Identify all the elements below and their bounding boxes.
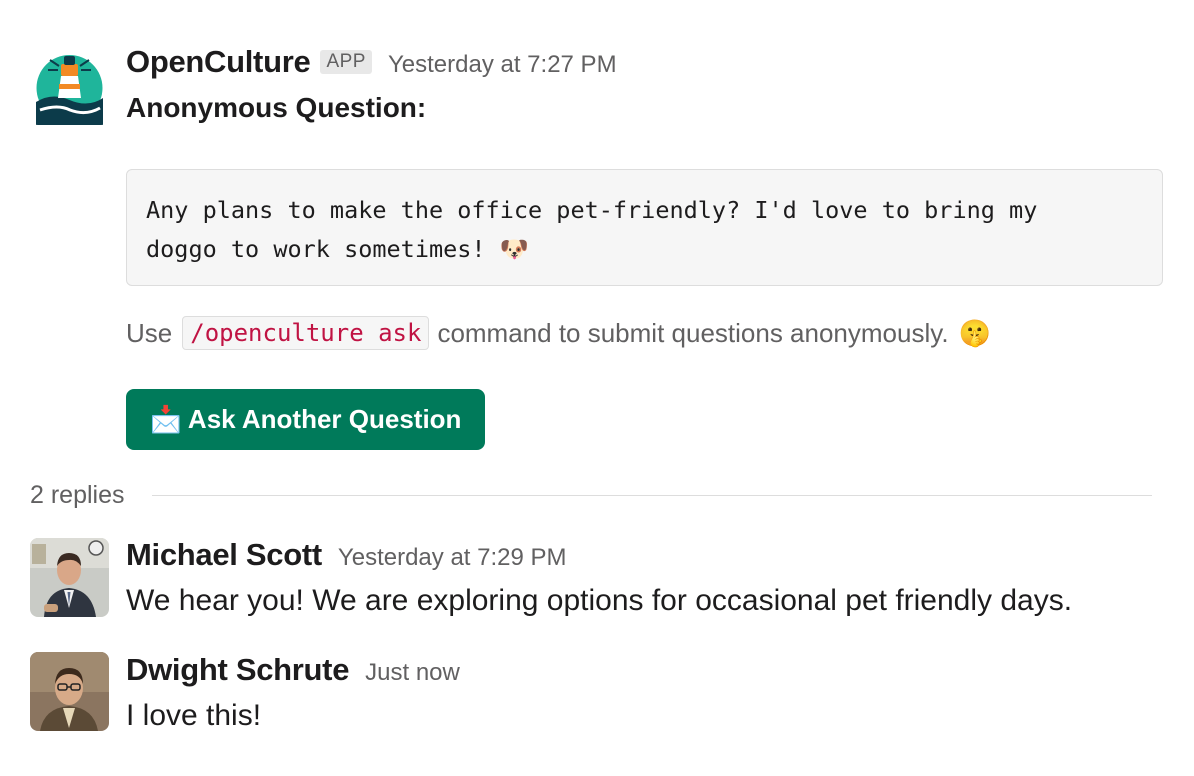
- message-timestamp[interactable]: Yesterday at 7:29 PM: [338, 544, 567, 572]
- reply-1-text: We hear you! We are exploring options fo…: [126, 584, 1073, 617]
- question-line-2: doggo to work sometimes! 🐶: [146, 230, 1143, 269]
- ask-another-question-button[interactable]: 📩 Ask Another Question: [126, 389, 485, 450]
- openculture-avatar[interactable]: [30, 46, 109, 125]
- question-code-block: Any plans to make the office pet-friendl…: [126, 169, 1163, 286]
- hint-prefix: Use: [126, 317, 173, 348]
- sender-name[interactable]: Michael Scott: [126, 537, 322, 573]
- question-line-1: Any plans to make the office pet-friendl…: [146, 196, 1038, 224]
- slash-command: /openculture ask: [182, 316, 430, 350]
- message-timestamp[interactable]: Yesterday at 7:27 PM: [388, 51, 617, 79]
- divider-line: [151, 494, 1152, 497]
- hint-suffix: command to submit questions anonymously.: [437, 317, 949, 348]
- reply-1-header: Michael Scott Yesterday at 7:29 PM: [126, 537, 567, 573]
- reply-2-header: Dwight Schrute Just now: [126, 652, 460, 688]
- sender-name[interactable]: OpenCulture: [126, 44, 311, 80]
- message-heading: Anonymous Question:: [126, 92, 427, 123]
- dwight-schrute-avatar[interactable]: [30, 652, 109, 731]
- replies-count[interactable]: 2 replies: [30, 481, 125, 510]
- dog-emoji-icon: 🐶: [499, 235, 529, 263]
- app-badge: APP: [320, 50, 372, 74]
- reply-2-text: I love this!: [126, 699, 262, 732]
- parent-message-header: OpenCulture APP Yesterday at 7:27 PM: [126, 44, 617, 80]
- lighthouse-logo-icon: [30, 46, 109, 125]
- message-timestamp[interactable]: Just now: [365, 659, 460, 687]
- person-photo-icon: [30, 538, 109, 617]
- question-line-2-text: doggo to work sometimes!: [146, 235, 486, 263]
- usage-hint: Use /openculture ask command to submit q…: [126, 316, 991, 350]
- replies-divider: 2 replies: [30, 481, 1152, 510]
- michael-scott-avatar[interactable]: [30, 538, 109, 617]
- button-label: Ask Another Question: [187, 404, 462, 434]
- shushing-face-emoji-icon: 🤫: [958, 317, 991, 348]
- sender-name[interactable]: Dwight Schrute: [126, 652, 349, 688]
- envelope-arrow-icon: 📩: [149, 404, 182, 434]
- person-photo-icon: [30, 652, 109, 731]
